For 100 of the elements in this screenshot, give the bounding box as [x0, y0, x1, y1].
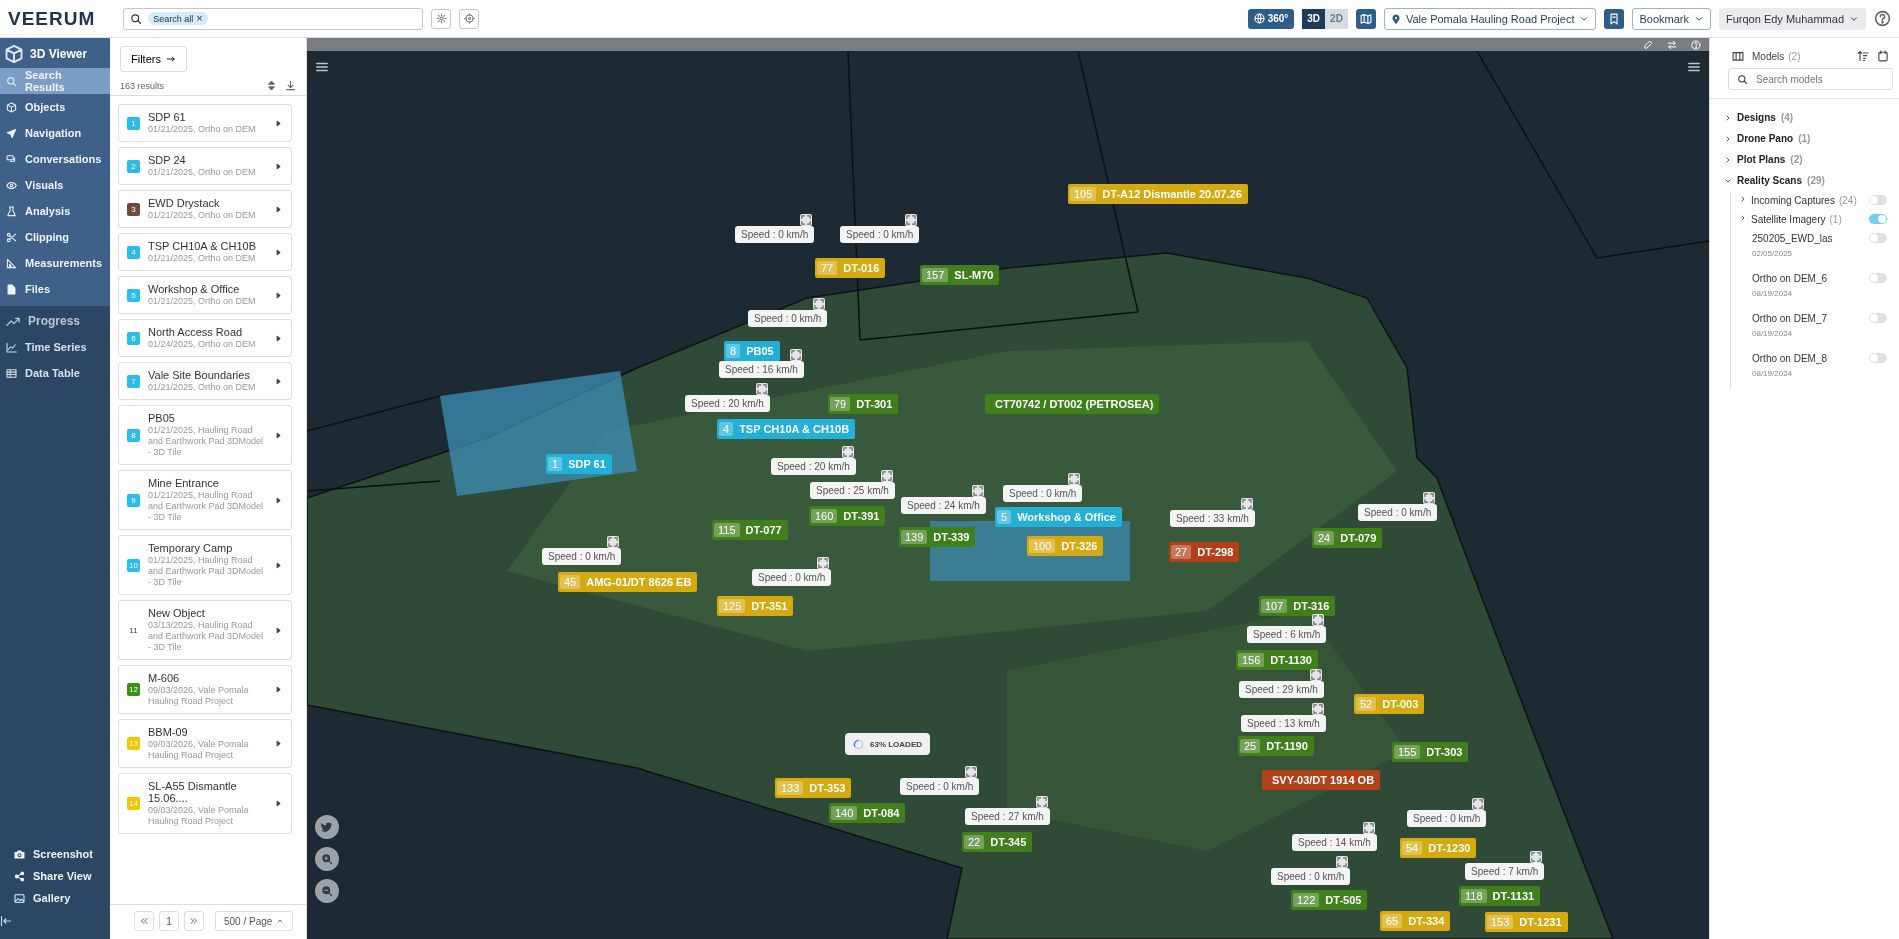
sidebar-action[interactable]: Screenshot: [0, 843, 110, 865]
map-marker[interactable]: 140 DT-084: [829, 803, 906, 823]
sidebar-item[interactable]: Analysis: [0, 198, 110, 224]
tree-group[interactable]: Drone Pano (1): [1724, 128, 1811, 149]
result-card[interactable]: 1 SDP 61 01/21/2025, Ortho on DEM: [118, 104, 292, 142]
expand-icon[interactable]: [1362, 822, 1375, 834]
zoom-in-button[interactable]: [315, 847, 339, 871]
sidebar-item[interactable]: Measurements: [0, 250, 110, 276]
expand-icon[interactable]: [755, 383, 768, 395]
expand-icon[interactable]: [800, 214, 813, 226]
locate-button[interactable]: [459, 8, 480, 29]
sort-icon[interactable]: [266, 80, 277, 91]
sidebar-item[interactable]: Files: [0, 276, 110, 302]
sidebar-item[interactable]: Conversations: [0, 146, 110, 172]
result-card[interactable]: 2 SDP 24 01/21/2025, Ortho on DEM: [118, 147, 292, 185]
expand-icon[interactable]: [1035, 796, 1048, 808]
expand-icon[interactable]: [971, 485, 984, 497]
result-card[interactable]: 5 Workshop & Office 01/21/2025, Ortho on DEM: [118, 276, 292, 314]
expand-icon[interactable]: [1068, 473, 1081, 485]
chip-close[interactable]: ×: [196, 13, 203, 24]
user-dropdown[interactable]: Furqon Edy Muhammad: [1719, 7, 1866, 30]
result-card[interactable]: 6 North Access Road 01/24/2025, Ortho on DEM: [118, 319, 292, 357]
sort-icon[interactable]: [1857, 50, 1869, 62]
map-marker[interactable]: 118 DT-1131: [1459, 886, 1541, 906]
sidebar-action[interactable]: Gallery: [0, 887, 110, 909]
map-marker[interactable]: 160 DT-391: [809, 506, 886, 526]
result-card[interactable]: 13 BBM-09 09/03/2026, Vale Pomala Hauling Road Project: [118, 719, 292, 768]
tree-group[interactable]: Reality Scans (29): [1724, 170, 1825, 191]
project-dropdown[interactable]: Vale Pomala Hauling Road Project: [1383, 7, 1597, 30]
view-360-button[interactable]: 360°: [1247, 8, 1295, 29]
bookmark-button[interactable]: [1604, 8, 1625, 29]
map-marker[interactable]: 155 DT-303: [1392, 742, 1469, 762]
result-card[interactable]: 11 New Object 03/13/2025, Hauling Road and Earthwork Pad 3DModel - 3D Tile: [118, 600, 292, 660]
menu-button[interactable]: [315, 60, 329, 74]
layer-toggle[interactable]: [1869, 214, 1887, 224]
view-mode-toggle[interactable]: 2D: [1325, 8, 1348, 29]
layer-toggle[interactable]: [1869, 313, 1887, 323]
search-field[interactable]: Search all ×: [123, 7, 424, 30]
map-marker[interactable]: 27 DT-298: [1169, 542, 1240, 562]
map-marker[interactable]: 115 DT-077: [712, 520, 788, 540]
layer-toggle[interactable]: [1869, 273, 1887, 283]
expand-icon[interactable]: [813, 298, 826, 310]
page-number[interactable]: 1: [159, 911, 179, 931]
settings-button[interactable]: [431, 8, 452, 29]
collapse-button[interactable]: [0, 915, 12, 927]
result-card[interactable]: 10 Temporary Camp 01/21/2025, Hauling Road and Earthwork Pad 3DModel - 3D Tile: [118, 535, 292, 595]
zoom-out-button[interactable]: [315, 879, 339, 903]
tree-group[interactable]: Plot Plans (2): [1724, 149, 1803, 170]
calendar-icon[interactable]: [1877, 50, 1889, 62]
help-button[interactable]: [1874, 10, 1891, 27]
sidebar-item[interactable]: Objects: [0, 94, 110, 120]
result-card[interactable]: 12 M-606 09/03/2026, Vale Pomala Hauling Road Project: [118, 665, 292, 714]
search-models-input[interactable]: Search models: [1756, 71, 1884, 87]
sidebar-item[interactable]: Data Table: [0, 360, 110, 386]
tree-group[interactable]: Designs (4): [1724, 107, 1794, 128]
sidebar-item[interactable]: Visuals: [0, 172, 110, 198]
layer-toggle[interactable]: [1869, 353, 1887, 363]
map-marker[interactable]: 156 DT-1130: [1236, 650, 1318, 670]
map-marker[interactable]: 122 DT-505: [1291, 890, 1368, 910]
pen-icon[interactable]: [1643, 39, 1653, 50]
map-marker[interactable]: CT70742 / DT002 (PETROSEA): [985, 394, 1160, 414]
tree-group[interactable]: Satellite Imagery (1): [1739, 214, 1863, 225]
help-icon[interactable]: [1691, 39, 1701, 50]
expand-icon[interactable]: [905, 214, 918, 226]
bookmark-dropdown[interactable]: Bookmark: [1632, 7, 1711, 30]
result-card[interactable]: 3 EWD Drystack 01/21/2025, Ortho on DEM: [118, 190, 292, 228]
map-marker[interactable]: 22 DT-345: [962, 832, 1033, 852]
expand-icon[interactable]: [1312, 614, 1325, 626]
sidebar-item[interactable]: Clipping: [0, 224, 110, 250]
expand-icon[interactable]: [880, 470, 893, 482]
tree-group[interactable]: Incoming Captures (24): [1739, 195, 1863, 206]
expand-icon[interactable]: [607, 536, 620, 548]
expand-icon[interactable]: [1336, 856, 1349, 868]
result-card[interactable]: 4 TSP CH10A & CH10B 01/21/2025, Ortho on DEM: [118, 233, 292, 271]
expand-icon[interactable]: [1311, 703, 1324, 715]
expand-icon[interactable]: [1423, 492, 1436, 504]
sidebar-action[interactable]: Share View: [0, 865, 110, 887]
expand-icon[interactable]: [965, 766, 978, 778]
filters-button[interactable]: Filters: [120, 46, 187, 72]
download-icon[interactable]: [285, 80, 296, 91]
sidebar-item[interactable]: Navigation: [0, 120, 110, 146]
map-marker[interactable]: 24 DT-079: [1312, 528, 1383, 548]
expand-icon[interactable]: [789, 349, 802, 361]
expand-icon[interactable]: [841, 446, 854, 458]
expand-icon[interactable]: [1530, 851, 1543, 863]
result-card[interactable]: 8 PB05 01/21/2025, Hauling Road and Earthwork Pad 3DModel - 3D Tile: [118, 405, 292, 465]
map-marker[interactable]: 107 DT-316: [1259, 596, 1336, 616]
swap-icon[interactable]: [1667, 39, 1677, 50]
sidebar-item[interactable]: Time Series: [0, 334, 110, 360]
map-marker[interactable]: 79 DT-301: [828, 394, 899, 414]
layer-toggle[interactable]: [1869, 195, 1887, 205]
map-marker[interactable]: 25 DT-1190: [1238, 736, 1314, 756]
result-card[interactable]: 9 Mine Entrance 01/21/2025, Hauling Road and Earthwork Pad 3DModel - 3D Tile: [118, 470, 292, 530]
menu-button[interactable]: [1687, 60, 1701, 74]
map-marker[interactable]: SVY-03/DT 1914 OB: [1262, 770, 1381, 790]
bird-button[interactable]: [315, 815, 339, 839]
expand-icon[interactable]: [817, 557, 830, 569]
map-marker[interactable]: 139 DT-339: [899, 527, 976, 547]
result-card[interactable]: 7 Vale Site Boundaries 01/21/2025, Ortho on DEM: [118, 362, 292, 400]
page-size-dropdown[interactable]: 500 / Page: [215, 911, 294, 931]
